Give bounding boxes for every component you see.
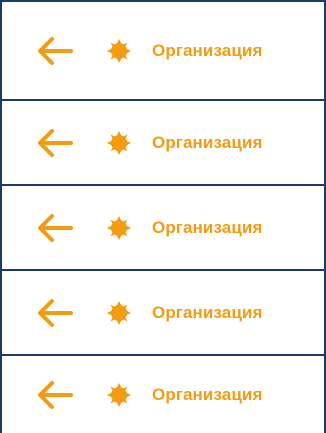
arrow-left-icon[interactable] bbox=[36, 36, 74, 66]
list-item[interactable]: Организация bbox=[2, 184, 324, 269]
list-item[interactable]: Организация bbox=[2, 99, 324, 184]
row-label: Организация bbox=[152, 302, 263, 322]
list-item[interactable]: Организация bbox=[2, 354, 324, 433]
row-label: Организация bbox=[152, 132, 263, 152]
arrow-left-icon[interactable] bbox=[36, 128, 74, 158]
arrow-left-icon[interactable] bbox=[36, 298, 74, 328]
sun-badge-icon bbox=[106, 38, 132, 64]
arrow-left-icon[interactable] bbox=[36, 213, 74, 243]
sun-badge-icon bbox=[106, 382, 132, 408]
list-item[interactable]: Организация bbox=[2, 0, 324, 99]
sun-badge-icon bbox=[106, 300, 132, 326]
sun-badge-icon bbox=[106, 130, 132, 156]
sun-badge-icon bbox=[106, 215, 132, 241]
organization-list: Организация Организация Организация Орга… bbox=[0, 0, 326, 433]
arrow-left-icon[interactable] bbox=[36, 380, 74, 410]
row-label: Организация bbox=[152, 40, 263, 60]
row-label: Организация bbox=[152, 384, 263, 404]
list-item[interactable]: Организация bbox=[2, 269, 324, 354]
row-label: Организация bbox=[152, 217, 263, 237]
